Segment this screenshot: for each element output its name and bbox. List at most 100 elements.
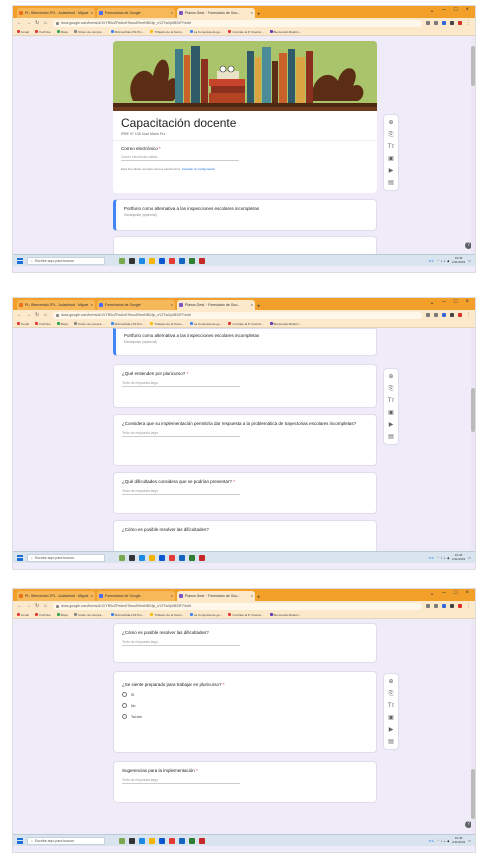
chevron-down-icon[interactable]: ⌄ (429, 7, 434, 14)
widget-icon[interactable] (119, 257, 125, 264)
forward-icon[interactable]: → (26, 20, 31, 26)
import-icon[interactable]: ⎘ (388, 690, 395, 697)
url-input[interactable]: docs.google.com/forms/d/1VYR0cZFeAm07tmu… (53, 19, 422, 27)
store-icon[interactable] (159, 554, 165, 561)
profile-avatar[interactable] (458, 313, 462, 317)
excel-icon[interactable] (189, 257, 195, 264)
excel-icon[interactable] (189, 554, 195, 561)
question-card[interactable]: ¿Cómo es posible resolver las dificultad… (113, 623, 377, 663)
bookmark-item[interactable]: La Conquista de ge... (189, 30, 222, 34)
video-icon[interactable]: ▶ (388, 726, 395, 733)
long-answer-field[interactable]: Texto de respuesta largo (122, 431, 240, 437)
bookmark-youtube[interactable]: YouTube (34, 30, 51, 34)
back-icon[interactable]: ← (17, 312, 22, 318)
section-card[interactable]: Portfurio como alternativa a las inspecc… (113, 199, 377, 231)
back-icon[interactable]: ← (17, 20, 22, 26)
share-icon[interactable] (426, 313, 430, 317)
close-tab-icon[interactable]: × (91, 10, 93, 15)
back-icon[interactable]: ← (17, 603, 22, 609)
close-window-icon[interactable]: × (465, 590, 469, 597)
tray-icons[interactable]: ⌃ ◑ ⏚ ◀ (437, 259, 449, 263)
browser-tab-1[interactable]: PL: Bienvenido 2PL - Aulavirtual · Migue… (17, 8, 95, 18)
weather-temp[interactable]: 6°C (429, 556, 434, 560)
notification-icon[interactable]: ▭ (468, 839, 471, 843)
app-icon[interactable] (199, 554, 205, 561)
section-description[interactable]: Descripción (opcional) (116, 213, 376, 217)
browser-tab-2[interactable]: Formularios de Google × (97, 591, 175, 601)
profile-avatar[interactable] (458, 21, 462, 25)
browser-tab-2[interactable]: Formularios de Google × (97, 8, 175, 18)
question-card[interactable]: ¿Se siente preparado para trabajar en pl… (113, 671, 377, 753)
long-answer-field[interactable]: Texto de respuesta largo (122, 489, 240, 495)
store-icon[interactable] (159, 837, 165, 844)
close-tab-icon[interactable]: × (171, 593, 173, 598)
close-tab-icon[interactable]: × (91, 593, 93, 598)
bookmark-maps[interactable]: Maps (56, 30, 68, 34)
minimize-icon[interactable]: – (443, 7, 446, 14)
add-question-icon[interactable]: ⊕ (388, 119, 395, 126)
windows-start-icon[interactable] (17, 554, 23, 561)
taskbar-search-input[interactable]: ⌕ Escribe aquí para buscar (27, 256, 105, 265)
widget-icon[interactable] (119, 554, 125, 561)
close-tab-icon[interactable]: × (251, 593, 253, 598)
menu-kebab-icon[interactable]: ⋮ (466, 20, 471, 26)
radio-button[interactable] (122, 703, 127, 708)
share-icon[interactable] (426, 21, 430, 25)
scrollbar-thumb[interactable] (471, 769, 475, 819)
app-icon[interactable] (199, 837, 205, 844)
section-icon[interactable]: ▤ (388, 179, 395, 186)
home-icon[interactable]: ⌂ (44, 603, 49, 609)
scrollbar[interactable] (471, 619, 475, 834)
profile-avatar[interactable] (458, 604, 462, 608)
bookmark-item[interactable]: Microsoftde-LTE Pro... (110, 30, 144, 34)
email-field[interactable]: Correo electrónico válido (121, 155, 239, 161)
question-title[interactable]: ¿Qué dificultades considera que se podrí… (114, 473, 376, 486)
share-icon[interactable] (426, 604, 430, 608)
file-explorer-icon[interactable] (149, 554, 155, 561)
edge-icon[interactable] (139, 554, 145, 561)
question-card[interactable]: ¿Qué dificultades considera que se podrí… (113, 472, 377, 514)
windows-start-icon[interactable] (17, 837, 23, 844)
bookmark-item[interactable]: La Conquista de ge... (189, 613, 222, 617)
extension-icon[interactable] (442, 604, 446, 608)
bookmark-maps[interactable]: Maps (56, 322, 68, 326)
browser-tab-3[interactable]: Planos Gest. · Formulario de Goo... × (177, 591, 255, 601)
reload-icon[interactable]: ↻ (35, 312, 40, 318)
bookmark-item[interactable]: Orden de compra ... (73, 30, 105, 34)
question-title[interactable]: ¿Cómo es posible resolver las dificultad… (114, 624, 376, 637)
home-icon[interactable]: ⌂ (44, 20, 49, 26)
maximize-icon[interactable]: □ (454, 590, 458, 597)
url-input[interactable]: docs.google.com/forms/d/1VYR0cZFeAm07tmu… (53, 602, 422, 610)
form-title[interactable]: Capacitación docente (113, 111, 377, 132)
file-explorer-icon[interactable] (149, 837, 155, 844)
chevron-down-icon[interactable]: ⌄ (429, 299, 434, 306)
radio-option[interactable]: No (114, 700, 376, 711)
section-description[interactable]: Descripción (opcional) (116, 340, 376, 344)
app-icon[interactable] (199, 257, 205, 264)
video-icon[interactable]: ▶ (388, 421, 395, 428)
image-icon[interactable]: ▣ (388, 714, 395, 721)
store-icon[interactable] (159, 257, 165, 264)
bookmark-item[interactable]: Contrato al P. Fraccio... (228, 30, 264, 34)
widget-icon[interactable] (119, 837, 125, 844)
excel-icon[interactable] (189, 837, 195, 844)
title-icon[interactable]: Tт (388, 397, 395, 404)
extensions-puzzle-icon[interactable] (450, 21, 454, 25)
new-tab-icon[interactable]: + (257, 595, 265, 601)
home-icon[interactable]: ⌂ (44, 312, 49, 318)
menu-kebab-icon[interactable]: ⋮ (466, 603, 471, 609)
browser-tab-2[interactable]: Formularios de Google × (97, 300, 175, 310)
section-title[interactable]: Portfurio como alternativa a las inspecc… (116, 200, 376, 213)
question-title[interactable]: ¿Se siente preparado para trabajar en pl… (114, 672, 376, 689)
close-tab-icon[interactable]: × (251, 10, 253, 15)
scrollbar-thumb[interactable] (471, 388, 475, 432)
file-explorer-icon[interactable] (149, 257, 155, 264)
word-icon[interactable] (179, 257, 185, 264)
tray-icons[interactable]: ⌃ ◑ ⏚ ◀ (437, 556, 449, 560)
question-card[interactable]: ¿Qué entienden por pluricurso? * Texto d… (113, 364, 377, 408)
question-card[interactable]: ¿Cómo es posible resolver las dificultad… (113, 520, 377, 551)
radio-option[interactable]: Tal vez (114, 711, 376, 722)
chrome-icon[interactable] (169, 554, 175, 561)
browser-tab-3[interactable]: Planos Gest. · Formulario de Goo... × (177, 8, 255, 18)
question-title[interactable]: ¿Cómo es posible resolver las dificultad… (114, 521, 376, 534)
